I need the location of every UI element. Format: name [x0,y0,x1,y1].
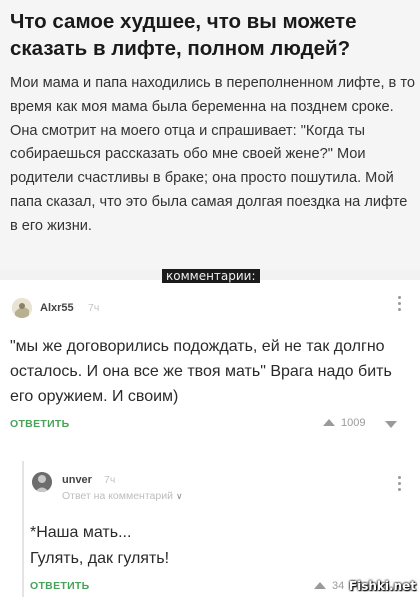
comment-time: 7ч [88,302,100,314]
more-options-icon[interactable] [398,476,402,491]
vote-count: 34 [332,580,345,592]
comment-text: "мы же договорились подождать, ей не так… [10,338,392,405]
reply-button[interactable]: ОТВЕТИТЬ [10,418,70,430]
reply-username[interactable]: unver [62,474,92,486]
chevron-down-icon: ∨ [175,491,183,501]
user-avatar-icon[interactable] [32,472,52,492]
reply-to-label: Ответ на комментарий [62,490,173,502]
vote-count: 1009 [341,417,366,429]
post-title: Что самое худшее, что вы можете сказать … [10,10,357,60]
reply-time: 7ч [104,474,116,486]
upvote-icon[interactable] [314,582,326,589]
post-block: Что самое худшее, что вы можете сказать … [0,0,420,270]
watermark: Fishki.net [348,579,416,593]
post-body: Мои мама и папа находились в переполненн… [10,75,416,234]
reply-text-line-1: *Наша мать... [30,524,132,541]
reply-button[interactable]: ОТВЕТИТЬ [30,580,90,592]
reply-to-link[interactable]: Ответ на комментарий ∨ [62,490,183,502]
reply-text-line-2: Гулять, дак гулять! [30,550,170,567]
user-avatar-icon[interactable] [12,298,32,318]
downvote-icon[interactable] [385,421,397,428]
comment-username[interactable]: Alxr55 [40,302,74,314]
more-options-icon[interactable] [398,296,402,311]
upvote-icon[interactable] [323,419,335,426]
comments-caption: комментарии: [162,269,260,283]
thread-line [22,461,24,597]
